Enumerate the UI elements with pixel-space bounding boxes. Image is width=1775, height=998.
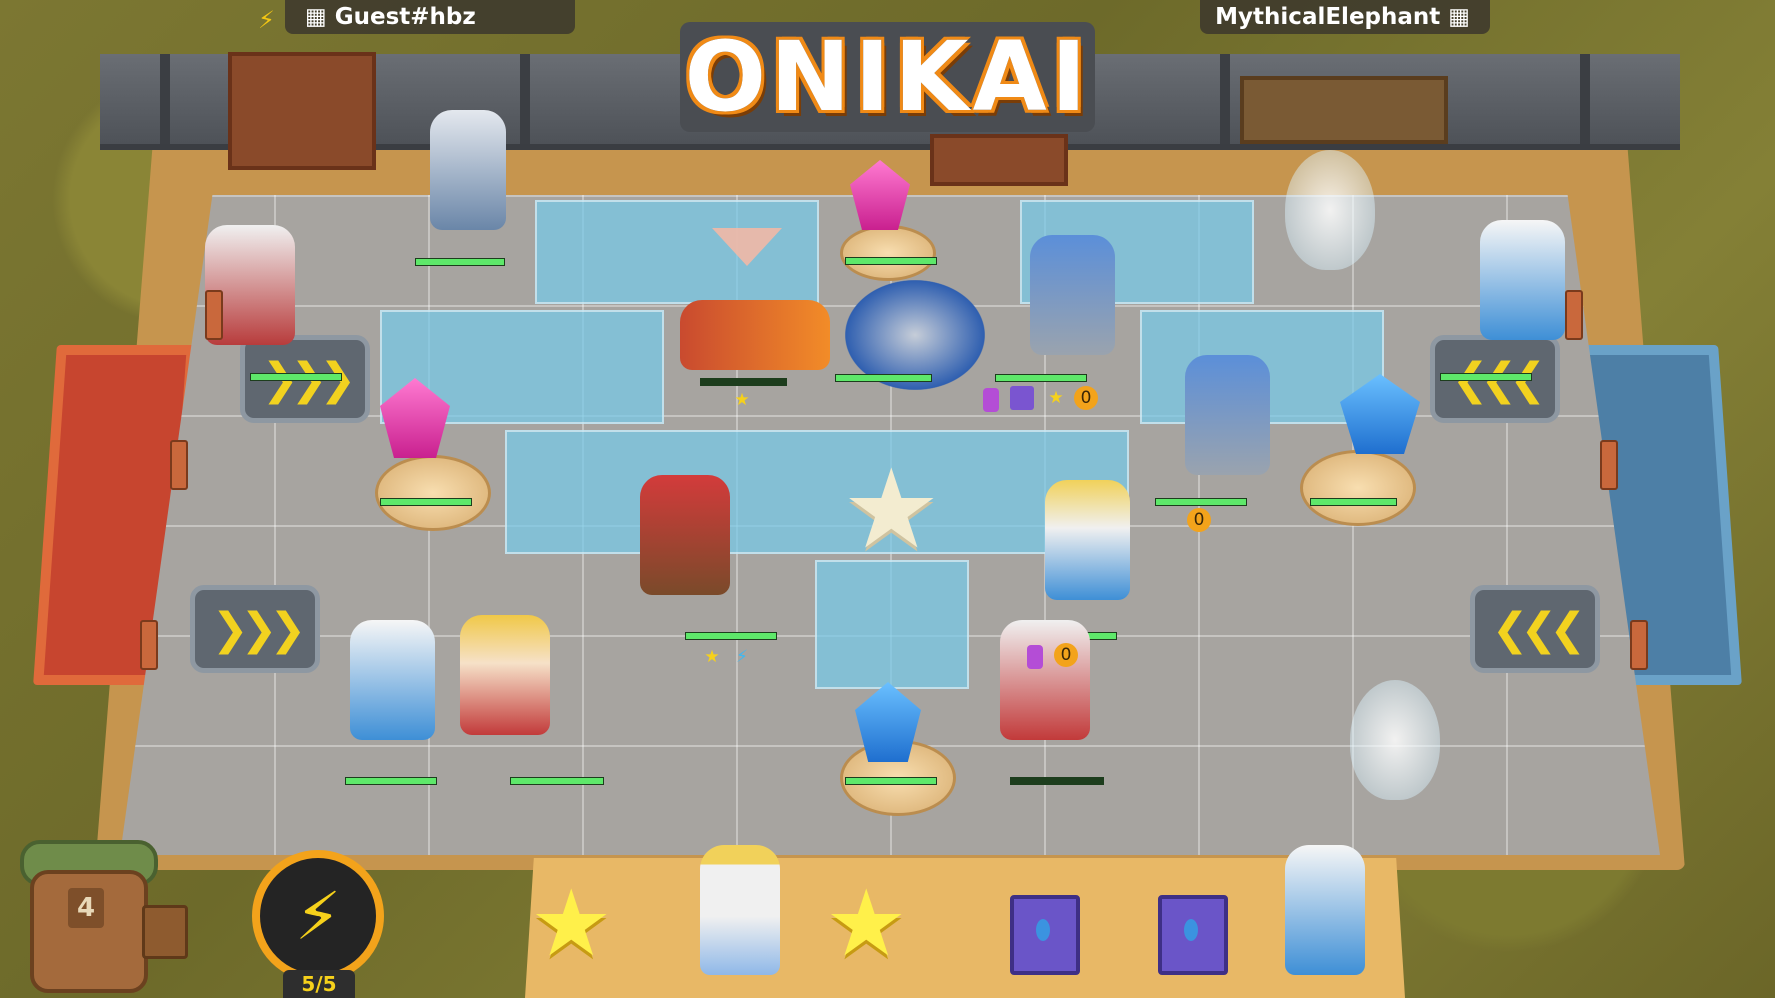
mug-icon — [142, 905, 188, 959]
wall-beam — [1220, 54, 1230, 144]
energy-count: 5/5 — [283, 970, 355, 998]
coin-icon: 0 — [1074, 386, 1098, 410]
fence-post — [140, 620, 158, 670]
bench-slot-star[interactable]: ★ — [530, 870, 612, 977]
health-bar — [845, 257, 937, 265]
bookshelf-center — [930, 134, 1068, 186]
potion-icon — [1027, 645, 1043, 669]
castle-icon: ▦ — [1448, 4, 1470, 30]
health-bar — [685, 632, 777, 640]
health-bar — [380, 498, 472, 506]
potion-icon — [983, 388, 999, 412]
wall-beam — [1580, 54, 1590, 144]
fence-post — [1565, 290, 1583, 340]
spartan-warrior-unit[interactable] — [640, 475, 730, 595]
lightning-icon: ⚡ — [294, 877, 342, 955]
golden-paladin-unit[interactable] — [1045, 480, 1130, 600]
ice-mage-unit[interactable] — [350, 620, 435, 740]
bench-slot-king-unit[interactable] — [700, 845, 780, 975]
wall-beam — [160, 54, 170, 144]
bench-slot-star[interactable]: ★ — [825, 870, 907, 977]
health-bar — [700, 378, 787, 386]
star-icon: ★ — [825, 870, 908, 977]
player-right-name: MythicalElephant — [1215, 4, 1441, 30]
bench-slot-spellbook-icon[interactable] — [1158, 895, 1228, 975]
knight-unit[interactable] — [430, 110, 506, 230]
ice-mage-unit[interactable] — [1480, 220, 1565, 340]
highlight-tile[interactable] — [535, 200, 819, 304]
armored-golem-unit[interactable] — [1030, 235, 1115, 355]
health-bar — [1310, 498, 1397, 506]
fence-post — [1600, 440, 1618, 490]
fence-post — [170, 440, 188, 490]
wall-cabinet — [1240, 76, 1448, 144]
player-left-name: Guest#hbz — [334, 4, 476, 30]
wall-beam — [520, 54, 530, 144]
star-icon: ★ — [530, 870, 613, 977]
bench-slot-ice-mage-unit[interactable] — [1285, 845, 1365, 975]
logo-text: ONIKAI — [684, 21, 1091, 133]
health-bar — [845, 777, 937, 785]
health-bar — [1155, 498, 1247, 506]
lightning-icon: ⚡ — [736, 647, 748, 667]
energy-button[interactable]: ⚡ — [252, 850, 384, 982]
red-knight-unit[interactable] — [1000, 620, 1090, 740]
fence-post — [205, 290, 223, 340]
coin-icon: 0 — [1187, 508, 1211, 532]
highlight-tile[interactable] — [815, 560, 969, 689]
health-bar — [345, 777, 437, 785]
coin-icon: 0 — [1054, 643, 1078, 667]
crystal-pedestal[interactable] — [1300, 450, 1416, 526]
defeated-warrior-unit[interactable] — [680, 300, 830, 370]
spawn-glow — [1350, 680, 1440, 800]
cleric-unit[interactable] — [460, 615, 550, 735]
spellbook-icon — [1010, 386, 1034, 410]
lightning-icon: ⚡ — [258, 6, 275, 34]
player-right-bar: MythicalElephant ▦ — [1200, 0, 1490, 34]
health-bar — [415, 258, 505, 266]
health-bar — [250, 373, 342, 381]
unit-bench — [525, 858, 1405, 998]
backpack-icon[interactable]: 4 — [20, 830, 158, 993]
crystal-pedestal[interactable] — [840, 225, 936, 281]
star-icon: ★ — [704, 647, 720, 667]
armored-golem-unit[interactable] — [1185, 355, 1270, 475]
fence-post — [1630, 620, 1648, 670]
backpack-level: 4 — [68, 888, 104, 928]
spawn-glow — [1285, 150, 1375, 270]
game-logo: ONIKAI — [680, 21, 1095, 133]
bench-slot-spellbook-icon[interactable] — [1010, 895, 1080, 975]
health-bar — [1440, 373, 1532, 381]
crystal-pedestal[interactable] — [375, 455, 491, 531]
player-left-bar: ▦ Guest#hbz — [285, 0, 575, 34]
health-bar — [1010, 777, 1104, 785]
arrow-pad-left[interactable]: ❯❯❯ — [190, 585, 320, 673]
highlight-tile[interactable] — [505, 430, 1129, 554]
health-bar — [995, 374, 1087, 382]
health-bar — [835, 374, 932, 382]
star-icon: ★ — [1048, 388, 1064, 408]
center-star-icon: ★ — [842, 445, 941, 573]
health-bar — [510, 777, 604, 785]
arrow-pad-right[interactable]: ❮❮❮ — [1470, 585, 1600, 673]
star-icon: ★ — [734, 390, 750, 410]
bookshelf-left — [228, 52, 376, 170]
castle-icon: ▦ — [305, 4, 327, 30]
game-scene: ★ ❯❯❯ ❯❯❯ ❮❮❮ ❮❮❮ ★ ★ 0 0 ★ ⚡ 0 — [0, 0, 1775, 998]
